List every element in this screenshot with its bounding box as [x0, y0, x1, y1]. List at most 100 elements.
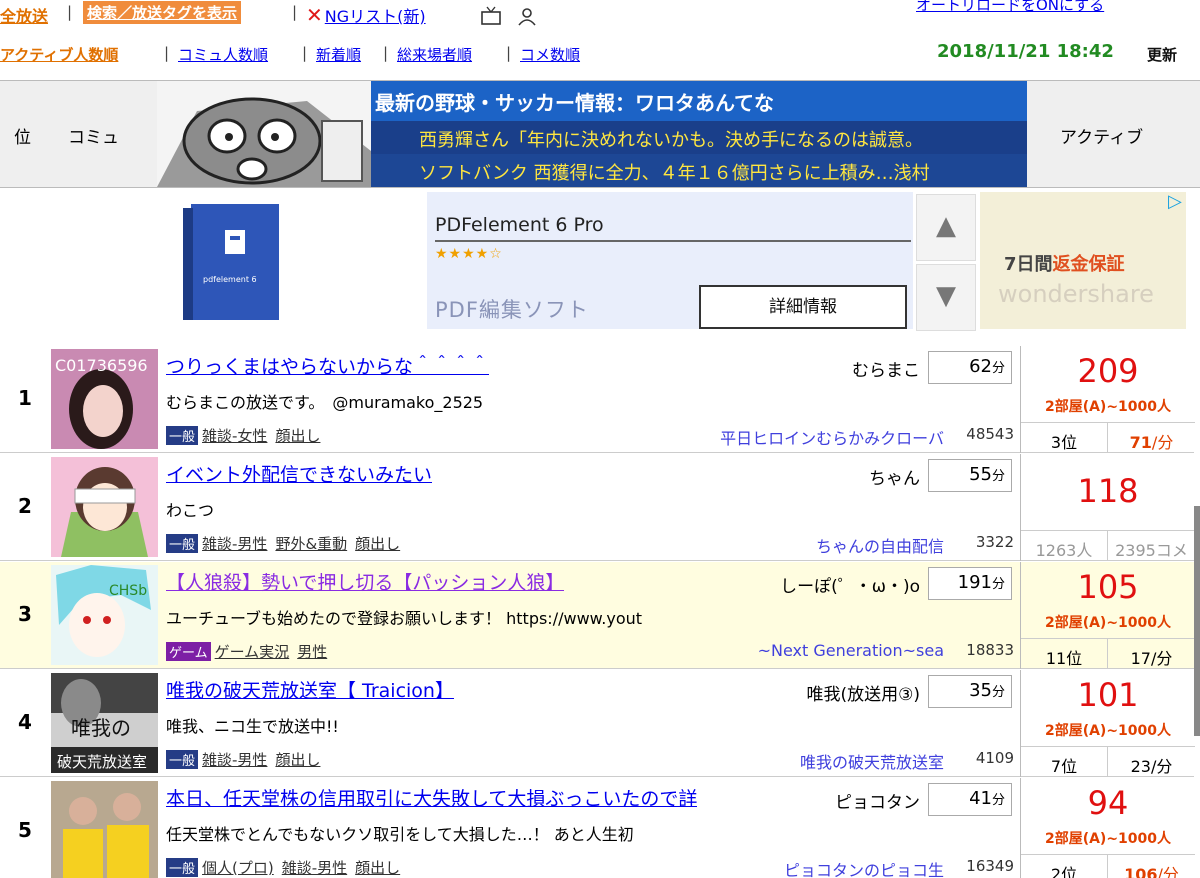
broadcaster-name[interactable]: ちゃん [869, 464, 920, 489]
rank-number: 3 [18, 602, 32, 626]
community-members: 18833 [966, 641, 1014, 659]
broadcaster-name[interactable]: むらまこ [852, 356, 920, 381]
broadcast-title[interactable]: つりっくまはやらないからな＾＾＾＾ [166, 352, 489, 379]
community-thumbnail[interactable] [51, 457, 158, 557]
guarantee-highlight: 返金保証 [1052, 254, 1125, 275]
broadcast-description: 唯我、ニコ生で放送中!! [166, 717, 339, 736]
rank-number: 5 [18, 818, 32, 842]
tag-list: 一般 雑談-女性 顔出し [166, 425, 328, 446]
rank-number: 1 [18, 386, 32, 410]
top-bar: 全放送 | 検索／放送タグを表示 | ✕ NGリスト(新) オートリロードをONに… [0, 0, 1200, 30]
rate-info: 71/分 [1108, 422, 1195, 453]
tag[interactable]: 顔出し [275, 427, 320, 445]
user-icon[interactable] [516, 6, 538, 26]
broadcast-description: ユーチューブも始めたので登録お願いします！ https://www.yout [166, 609, 643, 628]
community-name[interactable]: 平日ヒロインむらかみクローバ [720, 425, 944, 449]
sort-community-users[interactable]: コミュ人数順 [178, 44, 268, 65]
rank-info: 11位 [1021, 638, 1108, 669]
broadcast-title[interactable]: 【人狼殺】勢いで押し切る【パッション人狼】 [166, 568, 564, 595]
minutes-unit: 分 [991, 469, 1005, 484]
tag[interactable]: 雑談-女性 [202, 427, 267, 445]
tag[interactable]: 個人(プロ) [202, 859, 274, 877]
community-name[interactable]: ピョコタンのピョコ生 [784, 857, 944, 878]
minutes-unit: 分 [991, 361, 1005, 376]
ng-list-link[interactable]: ✕ NGリスト(新) [306, 3, 426, 27]
community-name[interactable]: ちゃんの自由配信 [816, 533, 944, 557]
community-name[interactable]: ~Next Generation~sea [758, 641, 944, 660]
sort-active-users[interactable]: アクティブ人数順 [0, 44, 118, 65]
community-members: 48543 [966, 425, 1014, 443]
sort-comments[interactable]: コメ数順 [520, 44, 580, 65]
details-button[interactable]: 詳細情報 [699, 285, 907, 329]
sort-total-visitors[interactable]: 総来場者順 [397, 44, 472, 65]
news-banner[interactable]: 最新の野球・サッカー情報：ワロタあんてな 西勇輝さん「年内に決めれないかも。決め… [157, 81, 1027, 187]
tag[interactable]: 顔出し [355, 535, 400, 553]
category-badge[interactable]: 一般 [166, 858, 199, 877]
chevron-down-icon[interactable]: ▼ [916, 264, 976, 331]
scrollbar[interactable] [1194, 506, 1200, 736]
category-badge[interactable]: ゲーム [166, 642, 211, 661]
room-info: 2部屋(A)~1000人 [1044, 831, 1172, 847]
banner-title[interactable]: 最新の野球・サッカー情報：ワロタあんてな [375, 87, 774, 116]
search-tags-button[interactable]: 検索／放送タグを表示 [83, 1, 242, 24]
table-row[interactable]: 4 唯我の 破天荒放送室 唯我の破天荒放送室【 Traicion】 唯我(放送用③… [0, 670, 1195, 777]
active-stats: 209 2部屋(A)~1000人 3位 71/分 [1020, 346, 1195, 453]
banner-headline-1[interactable]: 西勇輝さん「年内に決めれないかも。決め手になるのは誠意。 [371, 121, 1027, 154]
refresh-button[interactable]: 更新 [1147, 44, 1177, 65]
table-row[interactable]: 2 イベント外配信できないみたい ちゃん 55分 わこつ 一般 雑談-男性 野外&重… [0, 454, 1195, 561]
close-icon: ✕ [306, 3, 323, 27]
community-thumbnail[interactable]: 唯我の破天荒放送室 [51, 673, 158, 773]
community-thumbnail[interactable]: CHSb [51, 565, 158, 665]
ad-product-name[interactable]: PDFelement 6 Pro [435, 214, 604, 236]
tv-icon[interactable] [480, 6, 502, 26]
tag[interactable]: 顔出し [355, 859, 400, 877]
elapsed-minutes: 191分 [928, 567, 1012, 600]
ad-guarantee-panel[interactable]: 7日間返金保証 wondershare [980, 192, 1186, 329]
tag[interactable]: 野外&重動 [275, 535, 347, 553]
community-thumbnail[interactable] [51, 781, 158, 878]
separator: | [292, 3, 298, 21]
svg-text:唯我の: 唯我の [71, 716, 131, 740]
elapsed-minutes: 35分 [928, 675, 1012, 708]
sort-newest[interactable]: 新着順 [316, 44, 361, 65]
community-thumbnail[interactable]: C01736596 [51, 349, 158, 449]
community-members: 16349 [966, 857, 1014, 875]
tag[interactable]: 雑談-男性 [202, 535, 267, 553]
rate-unit: /分 [1157, 865, 1179, 878]
category-badge[interactable]: 一般 [166, 426, 199, 445]
broadcast-title[interactable]: 本日、任天堂株の信用取引に大失敗して大損ぶっこいたので詳 [166, 784, 697, 811]
community-name[interactable]: 唯我の破天荒放送室 [800, 749, 944, 773]
tag[interactable]: ゲーム実況 [215, 643, 290, 661]
tag[interactable]: 雑談-男性 [202, 751, 267, 769]
banner-headline-2[interactable]: ソフトバンク 西獲得に全力、４年１６億円さらに上積み…浅村 [371, 154, 1027, 187]
category-badge[interactable]: 一般 [166, 750, 199, 769]
rank-number: 4 [18, 710, 32, 734]
guarantee-prefix: 7日間 [1004, 254, 1053, 275]
broadcaster-name[interactable]: 唯我(放送用③) [806, 680, 920, 705]
table-row[interactable]: 1 C01736596 つりっくまはやらないからな＾＾＾＾ むらまこ 62分 む… [0, 346, 1195, 453]
broadcast-title[interactable]: イベント外配信できないみたい [166, 460, 432, 487]
adchoices-icon[interactable]: ▷ [1168, 191, 1192, 213]
ad-content[interactable]: pdfelement 6 PDFelement 6 Pro ★★★★☆ PDF編… [5, 192, 913, 329]
tag[interactable]: 雑談-男性 [282, 859, 347, 877]
active-stats: 105 2部屋(A)~1000人 11位 17/分 [1020, 562, 1195, 669]
auto-reload-link[interactable]: オートリロードをONにする [916, 0, 1104, 15]
all-broadcasts-link[interactable]: 全放送 [0, 3, 48, 27]
minutes-unit: 分 [991, 685, 1005, 700]
broadcast-title[interactable]: 唯我の破天荒放送室【 Traicion】 [166, 676, 454, 703]
tag-list: 一般 雑談-男性 野外&重動 顔出し [166, 533, 408, 554]
ad-product-area: pdfelement 6 [5, 192, 427, 329]
room-info: 2部屋(A)~1000人 [1044, 399, 1172, 415]
table-row[interactable]: 3 CHSb 【人狼殺】勢いで押し切る【パッション人狼】 しーぽ(゜・ω・)o … [0, 562, 1195, 669]
tag[interactable]: 顔出し [275, 751, 320, 769]
broadcaster-name[interactable]: しーぽ(゜・ω・)o [780, 572, 920, 597]
community-members: 3322 [975, 533, 1014, 551]
tag[interactable]: 男性 [297, 643, 327, 661]
rank-info: 7位 [1021, 746, 1108, 777]
broadcaster-name[interactable]: ピョコタン [835, 788, 920, 813]
table-row[interactable]: 5 本日、任天堂株の信用取引に大失敗して大損ぶっこいたので詳 ピョコタン 41分… [0, 778, 1195, 878]
chevron-up-icon[interactable]: ▲ [916, 194, 976, 261]
ad-banner[interactable]: pdfelement 6 PDFelement 6 Pro ★★★★☆ PDF編… [0, 188, 1200, 336]
category-badge[interactable]: 一般 [166, 534, 199, 553]
rate-unit: /分 [1150, 757, 1173, 776]
